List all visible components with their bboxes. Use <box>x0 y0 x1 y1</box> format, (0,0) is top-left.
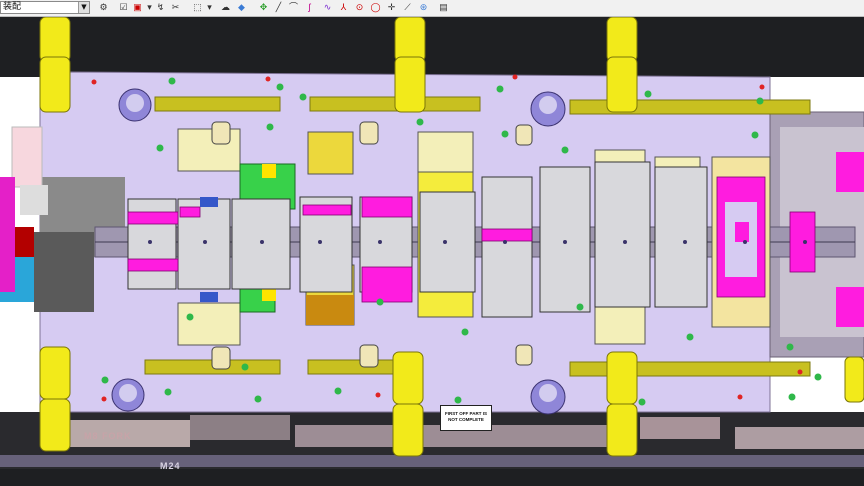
box-select-icon[interactable]: ⬚ <box>192 2 203 13</box>
base-rail <box>0 455 864 467</box>
move-icon[interactable]: ✥ <box>258 2 269 13</box>
circle-icon[interactable]: ◯ <box>370 2 381 13</box>
settings-icon[interactable]: ▤ <box>438 2 449 13</box>
tangent-icon[interactable]: ⅄ <box>338 2 349 13</box>
spline-icon[interactable]: ʃ <box>304 2 315 13</box>
cad-viewport[interactable]: FIRST OFF PART IS NOT COMPLETE M8 FORK M… <box>0 17 864 486</box>
circle-icon[interactable]: ⊙ <box>354 2 365 13</box>
dropdown-icon[interactable]: ▣ <box>132 2 143 13</box>
analysis-icon[interactable]: ⊛ <box>418 2 429 13</box>
point-icon[interactable]: ✛ <box>386 2 397 13</box>
arc-icon[interactable]: ⌒ <box>288 2 299 13</box>
chevron-down-icon[interactable]: ▾ <box>204 2 215 13</box>
line-icon[interactable]: ╱ <box>273 2 284 13</box>
fork-stamp-label: M8 FORK <box>84 431 132 441</box>
cube-view-icon[interactable]: ◆ <box>236 2 247 13</box>
shade-icon[interactable]: ☁ <box>220 2 231 13</box>
snap-icon[interactable]: ↯ <box>155 2 166 13</box>
top-toolbar: 装配 ▼ ⚙ ☑ ▣ ▾ ↯ ✂ ⬚ ▾ ☁ ◆ ✥ ╱ ⌒ ʃ ∿ ⅄ ⊙ ◯… <box>0 0 864 17</box>
chevron-down-icon[interactable]: ▼ <box>78 2 89 13</box>
first-off-part-note: FIRST OFF PART IS NOT COMPLETE <box>440 405 492 431</box>
constraint-icon[interactable]: ✂ <box>170 2 181 13</box>
select-icon[interactable]: ☑ <box>118 2 129 13</box>
assembly-icon[interactable]: ⚙ <box>98 2 109 13</box>
die-assembly-drawing <box>0 17 864 486</box>
curve-icon[interactable]: ∿ <box>322 2 333 13</box>
mode-dropdown-value: 装配 <box>3 2 22 12</box>
chevron-down-icon[interactable]: ▾ <box>144 2 155 13</box>
m24-stamp-label: M24 <box>160 461 181 471</box>
mode-dropdown[interactable]: 装配 ▼ <box>0 1 90 14</box>
measure-icon[interactable]: ⟋ <box>402 2 413 13</box>
background-top <box>0 17 864 77</box>
